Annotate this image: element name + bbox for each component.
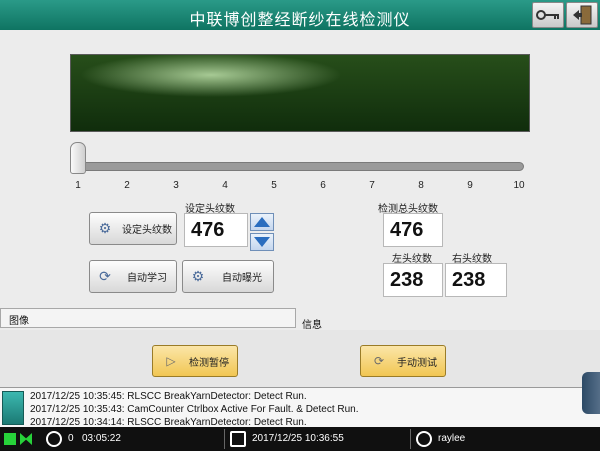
auto-learn-button[interactable]: ⟳ 自动学习 [89, 260, 177, 293]
increment-button[interactable] [250, 213, 274, 231]
status-indicator-icon [4, 433, 16, 445]
log-list[interactable]: 2017/12/25 10:35:45: RLSCC BreakYarnDete… [30, 390, 580, 428]
auto-exposure-label: 自动曝光 [222, 273, 262, 284]
side-panel-handle[interactable] [582, 372, 600, 414]
slider-tick-label: 6 [320, 180, 326, 191]
app-title: 中联博创整经断纱在线检测仪 [189, 12, 411, 29]
counter-value: 0 [68, 433, 74, 444]
key-icon [536, 10, 559, 20]
yarn-image-display [70, 54, 530, 132]
slider-tick-label: 3 [173, 180, 179, 191]
manual-test-button[interactable]: ⟳ 手动测试 [360, 345, 446, 377]
slider-tick-label: 5 [271, 180, 277, 191]
gear-icon: ⚙ [98, 220, 112, 236]
log-panel: 2017/12/25 10:35:45: RLSCC BreakYarnDete… [0, 387, 600, 428]
arrow-up-icon [254, 217, 270, 227]
pause-detection-button[interactable]: ▷ 检测暂停 [152, 345, 238, 377]
play-icon: ▷ [166, 354, 176, 368]
clock-icon [46, 431, 62, 447]
slider-tick-label: 1 [75, 180, 81, 191]
status-bar: 0 03:05:22 2017/12/25 10:36:55 raylee [0, 427, 600, 451]
slider-thumb[interactable] [70, 142, 86, 174]
set-heads-button-label: 设定头纹数 [122, 225, 172, 236]
elapsed-time: 03:05:22 [82, 433, 121, 444]
refresh-icon: ⟳ [99, 268, 111, 284]
camera-status-icon [20, 433, 32, 445]
login-key-button[interactable] [532, 2, 564, 28]
main-panel: 1 2 3 4 5 6 7 8 9 10 ⚙ 设定头纹数 设定头纹数 476 ⟳… [0, 30, 600, 331]
log-toggle-icon[interactable] [2, 391, 24, 425]
refresh-icon: ⟳ [373, 354, 385, 368]
heads-spinner [250, 213, 274, 251]
log-line: 2017/12/25 10:35:45: RLSCC BreakYarnDete… [30, 391, 307, 402]
auto-learn-label: 自动学习 [127, 273, 167, 284]
status-divider [224, 429, 225, 449]
slider-tick-label: 2 [124, 180, 130, 191]
slider-track[interactable] [72, 162, 524, 171]
total-heads-value: 476 [383, 213, 443, 247]
auto-exposure-button[interactable]: ⚙ 自动曝光 [182, 260, 274, 293]
right-heads-value: 238 [445, 263, 507, 297]
tab-image[interactable]: 图像 [0, 308, 296, 328]
manual-test-label: 手动测试 [397, 357, 437, 369]
exit-button[interactable] [566, 2, 598, 28]
decrement-button[interactable] [250, 233, 274, 251]
user-icon [416, 431, 432, 447]
exit-door-icon [573, 5, 592, 25]
log-line: 2017/12/25 10:35:43: CamCounter Ctrlbox … [30, 404, 359, 415]
current-datetime: 2017/12/25 10:36:55 [252, 433, 344, 444]
user-name: raylee [438, 433, 466, 444]
calendar-icon [230, 431, 246, 447]
slider-tick-label: 8 [418, 180, 424, 191]
gear-icon: ⚙ [191, 268, 205, 284]
action-row: ▷ 检测暂停 ⟳ 手动测试 [0, 330, 600, 387]
tab-info[interactable]: 信息 [302, 316, 322, 331]
set-heads-button[interactable]: ⚙ 设定头纹数 [89, 212, 177, 245]
pause-detection-label: 检测暂停 [189, 357, 229, 369]
slider-tick-label: 9 [467, 180, 473, 191]
left-heads-value: 238 [383, 263, 443, 297]
status-divider [410, 429, 411, 449]
title-bar: 中联博创整经断纱在线检测仪 [0, 0, 600, 30]
slider-tick-label: 10 [513, 180, 525, 191]
arrow-down-icon [254, 237, 270, 247]
slider-tick-label: 7 [369, 180, 375, 191]
set-heads-value-field[interactable]: 476 [184, 213, 248, 247]
slider-tick-label: 4 [222, 180, 228, 191]
